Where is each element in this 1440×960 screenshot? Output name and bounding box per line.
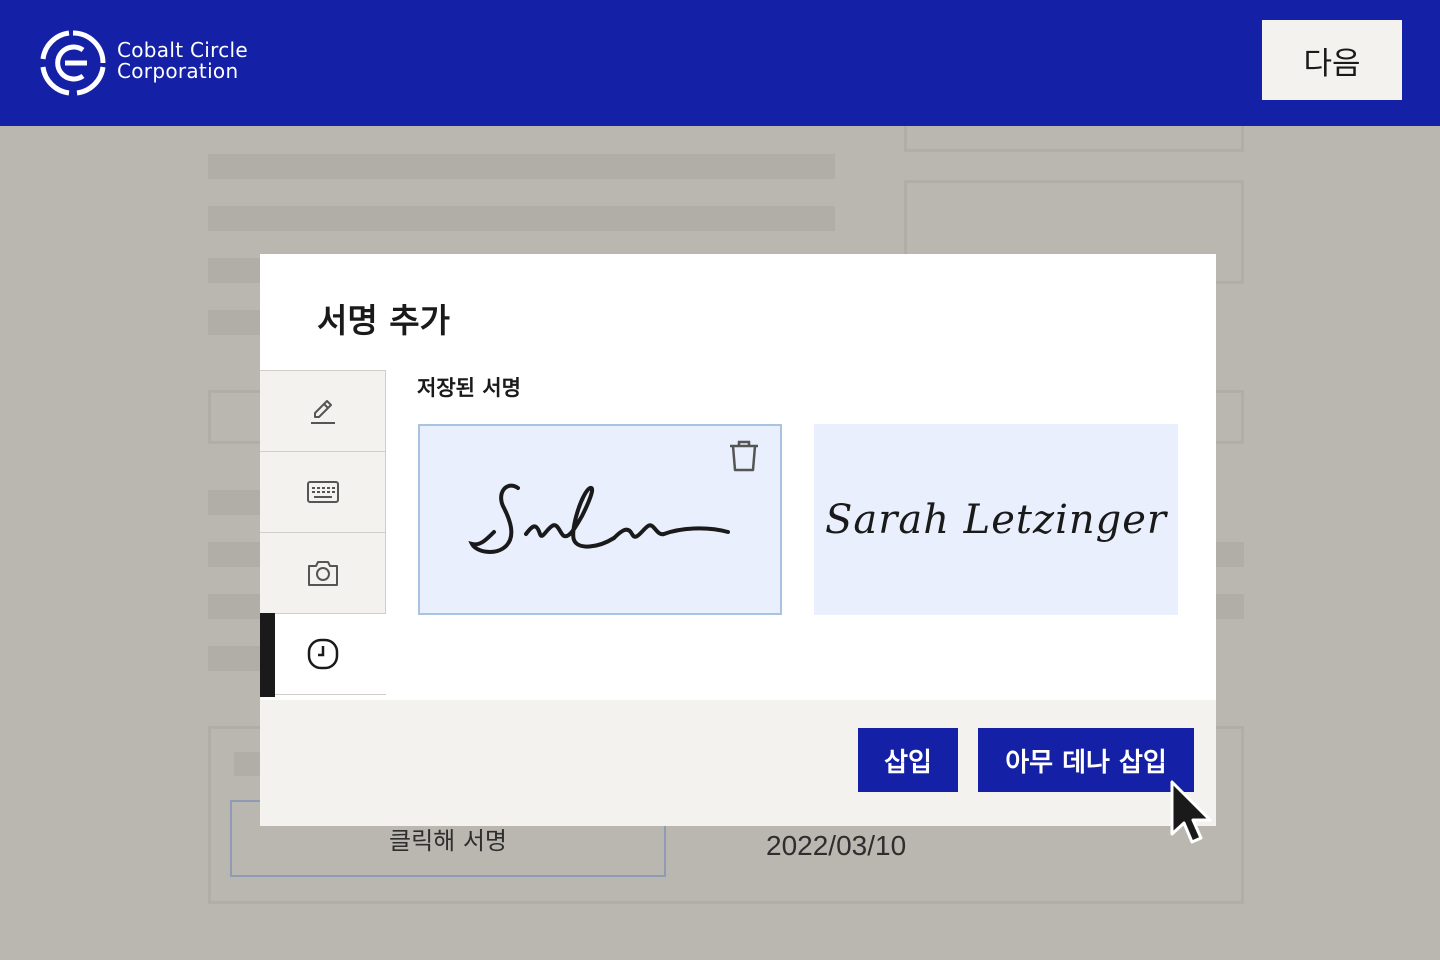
doc-placeholder-line: [1212, 542, 1244, 567]
brand-line-1: Cobalt Circle: [117, 38, 248, 62]
tab-type[interactable]: [260, 451, 386, 533]
mouse-cursor-icon: [1170, 780, 1212, 844]
doc-placeholder-line: [208, 646, 268, 671]
tab-photo[interactable]: [260, 532, 386, 614]
doc-placeholder-box: [208, 390, 268, 444]
doc-placeholder-line: [208, 258, 268, 283]
saved-signature-full-name[interactable]: Sarah Letzinger: [814, 424, 1178, 615]
pen-icon: [310, 400, 335, 424]
saved-signatures-label: 저장된 서명: [417, 376, 521, 400]
modal-title: 서명 추가: [317, 301, 450, 340]
clock-icon: [307, 638, 339, 670]
add-signature-modal: 서명 추가 저장된 서명 Sarah Letzinger 삽입 아무 데나 삽입: [260, 254, 1216, 826]
brand-name: Cobalt Circle Corporation: [117, 40, 248, 82]
doc-placeholder-line: [208, 206, 835, 231]
tab-draw[interactable]: [260, 370, 386, 452]
insert-anywhere-button[interactable]: 아무 데나 삽입: [978, 728, 1194, 792]
doc-placeholder-line: [208, 542, 268, 567]
doc-placeholder-line: [208, 154, 835, 179]
next-button[interactable]: 다음: [1262, 20, 1402, 100]
signature-method-tabs: [260, 370, 386, 697]
signature-full-name-text: Sarah Letzinger: [824, 496, 1168, 543]
saved-signature-initials[interactable]: [418, 424, 782, 615]
doc-placeholder-line: [208, 490, 268, 515]
doc-placeholder-line: [208, 310, 268, 335]
keyboard-icon: [306, 481, 339, 503]
insert-button[interactable]: 삽입: [858, 728, 958, 792]
doc-placeholder-box: [904, 126, 1244, 152]
document-date: 2022/03/10: [766, 830, 907, 861]
signature-initials-image: [468, 483, 730, 554]
modal-footer: 삽입 아무 데나 삽입: [260, 700, 1216, 826]
app-header: Cobalt Circle Corporation 다음: [0, 0, 1440, 126]
trash-icon[interactable]: [726, 438, 762, 474]
brand-line-2: Corporation: [117, 59, 239, 83]
camera-icon: [307, 561, 338, 586]
click-to-sign-label: 클릭해 서명: [388, 827, 508, 855]
doc-placeholder-box: [1212, 390, 1244, 444]
tab-saved[interactable]: [260, 613, 386, 697]
doc-placeholder-line: [208, 594, 268, 619]
doc-placeholder-line: [1212, 594, 1244, 619]
cobalt-circle-logo: [40, 30, 106, 96]
